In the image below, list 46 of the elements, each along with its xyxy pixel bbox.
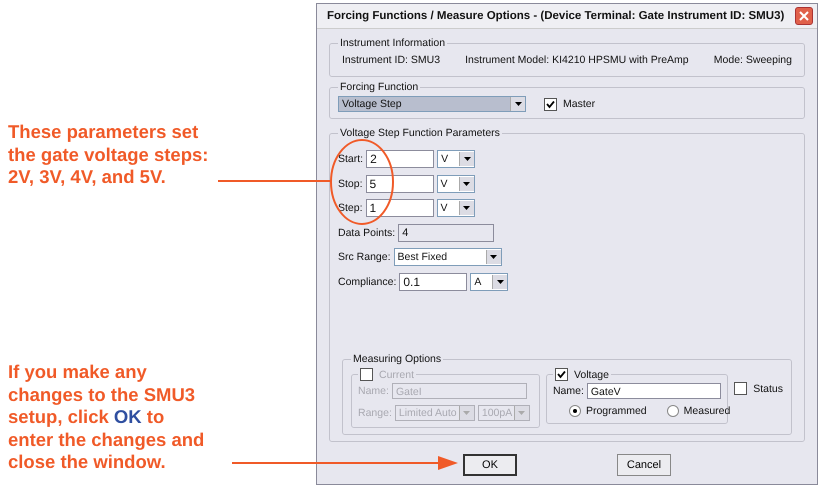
- info-text: Mode: Sweeping: [714, 54, 792, 66]
- checkbox-label: Current: [379, 368, 414, 380]
- unit-dropdown[interactable]: V: [436, 199, 475, 217]
- annotation-text: These parameters set the gate voltage steps: 2V, 3V, 4V, and 5V.: [8, 121, 208, 188]
- checkbox-label: Voltage: [574, 368, 609, 380]
- group-title: Voltage Step Function Parameters: [339, 127, 501, 139]
- radio-label: Measured: [684, 405, 730, 417]
- annotation-text: If you make any changes to the SMU3 setup, click OK to enter the changes and close the window.: [8, 361, 204, 474]
- radio-button[interactable]: [666, 405, 679, 417]
- ok-button[interactable]: OK: [463, 454, 517, 476]
- unit-dropdown[interactable]: V: [436, 174, 475, 192]
- field-label: Stop:: [338, 178, 363, 190]
- input-field[interactable]: 0.1: [399, 272, 468, 290]
- field-label: Compliance:: [338, 276, 396, 288]
- unit-dropdown[interactable]: V: [437, 150, 476, 168]
- radio-label: Programmed: [586, 405, 647, 417]
- radio-button[interactable]: [568, 405, 581, 417]
- input-field[interactable]: 1: [366, 199, 434, 217]
- unit-dropdown[interactable]: A: [470, 272, 508, 290]
- checkbox[interactable]: [544, 98, 557, 110]
- group-title: Instrument Information: [339, 37, 446, 49]
- group-title: Forcing Function: [339, 81, 420, 93]
- field-label: Data Points:: [338, 226, 396, 238]
- field-label: Name:: [552, 385, 584, 397]
- info-text: Instrument Model: KI4210 HPSMU with PreAmp: [465, 54, 689, 66]
- checkbox-label: Master: [563, 98, 596, 110]
- info-text: Instrument ID: SMU3: [342, 54, 440, 66]
- field-label: Range:: [358, 407, 392, 419]
- field-label: Step:: [338, 202, 363, 214]
- field-label: Src Range:: [338, 251, 391, 263]
- cancel-button[interactable]: Cancel: [617, 454, 671, 476]
- group-title: Measuring Options: [352, 353, 442, 365]
- range-dropdown[interactable]: Best Fixed: [394, 248, 502, 266]
- window-title: Forcing Functions / Measure Options - (Device Terminal: Gate Instrument ID: SMU3): [327, 10, 784, 22]
- input-field[interactable]: 2: [366, 150, 434, 168]
- function-dropdown[interactable]: Voltage Step: [338, 96, 526, 112]
- input-field[interactable]: 5: [366, 174, 434, 192]
- checkbox-label: Status: [753, 382, 783, 394]
- checkbox[interactable]: [734, 382, 748, 395]
- readonly-field: 4: [398, 224, 494, 242]
- field-label: Start:: [338, 153, 364, 165]
- close-button[interactable]: [795, 7, 813, 25]
- checkbox[interactable]: [554, 368, 568, 381]
- field-label: Name:: [358, 385, 389, 397]
- name-field[interactable]: GateV: [586, 383, 722, 399]
- close-icon: [798, 10, 810, 22]
